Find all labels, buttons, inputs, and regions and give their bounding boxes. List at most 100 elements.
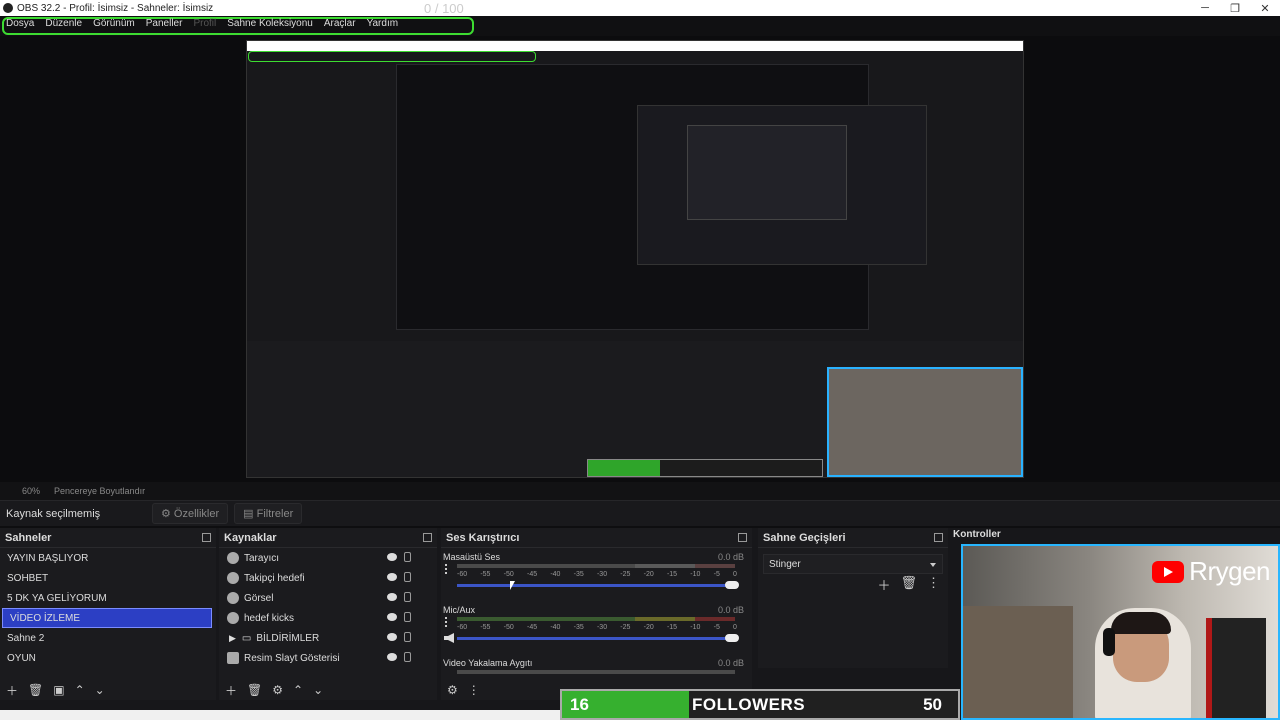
menu-duzenle[interactable]: Düzenle — [45, 18, 82, 29]
menu-sahne-koleksiyonu[interactable]: Sahne Koleksiyonu — [227, 18, 313, 29]
nested-followers-bar — [587, 459, 823, 477]
chevron-down-icon — [930, 563, 936, 567]
close-button[interactable]: ✕ — [1250, 2, 1280, 15]
volume-knob[interactable] — [725, 581, 739, 589]
add-transition-icon[interactable]: ＋ — [877, 575, 890, 594]
visibility-eye-icon[interactable] — [387, 593, 397, 601]
expand-chevron-icon[interactable]: ▶ — [229, 633, 236, 644]
menu-gorunum[interactable]: Görünüm — [93, 18, 135, 29]
transition-select[interactable]: Stinger — [763, 554, 943, 574]
move-up-icon[interactable]: ⌃ — [293, 683, 303, 697]
lock-icon[interactable] — [404, 652, 411, 662]
scene-item[interactable]: OYUN — [0, 648, 216, 668]
source-item[interactable]: Görsel — [219, 588, 437, 608]
visibility-eye-icon[interactable] — [387, 633, 397, 641]
youtube-logo-icon — [1152, 560, 1185, 583]
remove-transition-icon[interactable]: 🗑 — [900, 575, 917, 594]
youtube-badge: Rrygen — [1152, 556, 1270, 587]
move-down-icon[interactable]: ⌄ — [95, 683, 105, 697]
visibility-eye-icon[interactable] — [387, 553, 397, 561]
source-item[interactable]: hedef kicks — [219, 608, 437, 628]
menu-araclar[interactable]: Araçlar — [324, 18, 356, 29]
undock-icon[interactable] — [202, 533, 211, 542]
channel-menu-icon[interactable] — [445, 564, 451, 574]
lock-icon[interactable] — [404, 552, 411, 562]
scene-item-selected[interactable]: VİDEO İZLEME — [2, 608, 212, 628]
followers-goal-bar: 16 FOLLOWERS 50 — [560, 689, 960, 720]
speaker-icon[interactable] — [444, 633, 454, 643]
scene-item[interactable]: 5 DK YA GELİYORUM — [0, 588, 216, 608]
properties-label: Özellikler — [173, 508, 220, 520]
menu-profil[interactable]: Profil — [193, 18, 216, 29]
lock-icon[interactable] — [404, 592, 411, 602]
browser-source-icon — [227, 612, 239, 624]
menu-paneller[interactable]: Paneller — [146, 18, 183, 29]
zoom-level[interactable]: 60% — [22, 486, 40, 496]
channel-name: Masaüstü Ses — [443, 552, 501, 562]
transition-menu-icon[interactable]: ⋮ — [927, 575, 940, 594]
undock-icon[interactable] — [934, 533, 943, 542]
channel-db: 0.0 dB — [717, 605, 744, 615]
add-scene-icon[interactable]: ＋ — [6, 682, 18, 699]
sources-dock: Kaynaklar Tarayıcı Takipçi hedefi Görsel… — [219, 528, 437, 700]
sources-title: Kaynaklar — [224, 531, 277, 544]
followers-label: FOLLOWERS — [692, 694, 806, 714]
mixer-menu-icon[interactable]: ⋮ — [468, 683, 480, 697]
lock-icon[interactable] — [404, 572, 411, 582]
source-item[interactable]: Takipçi hedefi — [219, 568, 437, 588]
ghost-counter: 0 / 100 — [424, 1, 464, 16]
channel-menu-icon[interactable] — [445, 617, 451, 627]
source-toolbar: Kaynak seçilmemiş ⚙ Özellikler ▤ Filtrel… — [0, 500, 1280, 526]
filters-label: Filtreler — [256, 508, 294, 520]
channel-db: 0.0 dB — [717, 658, 744, 668]
volume-knob[interactable] — [725, 634, 739, 642]
scene-item[interactable]: YAYIN BAŞLIYOR — [0, 548, 216, 568]
webcam-overlay: Rrygen — [961, 544, 1280, 720]
scene-item[interactable]: Sahne 2 — [0, 628, 216, 648]
mixer-channel: Mic/Aux 0.0 dB -60 -55 -50 -45 -40 -35 -30 -25-… — [441, 605, 752, 658]
maximize-button[interactable]: ❐ — [1220, 2, 1250, 15]
scenes-dock: Sahneler YAYIN BAŞLIYOR SOHBET 5 DK YA G… — [0, 528, 216, 700]
mixer-settings-icon[interactable]: ⚙ — [447, 683, 458, 697]
filters-button[interactable]: ▤ Filtreler — [234, 503, 303, 524]
fit-to-window[interactable]: Pencereye Boyutlandır — [54, 486, 145, 496]
menu-dosya[interactable]: Dosya — [6, 18, 34, 29]
move-down-icon[interactable]: ⌄ — [313, 683, 323, 697]
scenes-title: Sahneler — [5, 531, 52, 544]
scene-item[interactable]: SOHBET — [0, 568, 216, 588]
browser-source-icon — [227, 552, 239, 564]
gaming-chair — [1206, 618, 1266, 718]
source-item[interactable]: Resim Slayt Gösterisi — [219, 648, 437, 668]
source-label: Görsel — [244, 592, 274, 604]
lock-icon[interactable] — [404, 612, 411, 622]
menu-yardim[interactable]: Yardım — [367, 18, 399, 29]
source-label: Takipçi hedefi — [244, 572, 305, 584]
properties-button[interactable]: ⚙ Özellikler — [152, 503, 229, 524]
visibility-eye-icon[interactable] — [387, 613, 397, 621]
channel-name: Rrygen — [1189, 556, 1270, 586]
remove-scene-icon[interactable]: 🗑 — [28, 683, 43, 697]
visibility-eye-icon[interactable] — [387, 573, 397, 581]
transition-selected: Stinger — [769, 558, 801, 570]
volume-meter — [457, 670, 735, 674]
folder-icon: ▭ — [241, 632, 252, 644]
volume-meter — [457, 617, 735, 621]
visibility-eye-icon[interactable] — [387, 653, 397, 661]
lock-icon[interactable] — [404, 632, 411, 642]
source-item[interactable]: Tarayıcı — [219, 548, 437, 568]
volume-slider[interactable] — [457, 584, 735, 587]
scene-filter-icon[interactable]: ▣ — [53, 683, 64, 697]
source-settings-icon[interactable]: ⚙ — [272, 683, 283, 697]
remove-source-icon[interactable]: 🗑 — [247, 683, 262, 697]
source-group[interactable]: ▶ ▭ BİLDİRİMLER — [219, 628, 437, 648]
add-source-icon[interactable]: ＋ — [225, 682, 237, 699]
meter-ticks: -60 -55 -50 -45 -40 -35 -30 -25 -20 -15 -10 -5 0 — [457, 624, 737, 631]
volume-slider[interactable] — [457, 637, 735, 640]
browser-source-icon — [227, 592, 239, 604]
move-up-icon[interactable]: ⌃ — [75, 683, 85, 697]
minimize-button[interactable]: ─ — [1190, 2, 1220, 14]
undock-icon[interactable] — [423, 533, 432, 542]
mouse-cursor-icon — [510, 581, 515, 590]
undock-icon[interactable] — [738, 533, 747, 542]
sources-footer: ＋ 🗑 ⚙ ⌃ ⌄ — [219, 680, 437, 700]
